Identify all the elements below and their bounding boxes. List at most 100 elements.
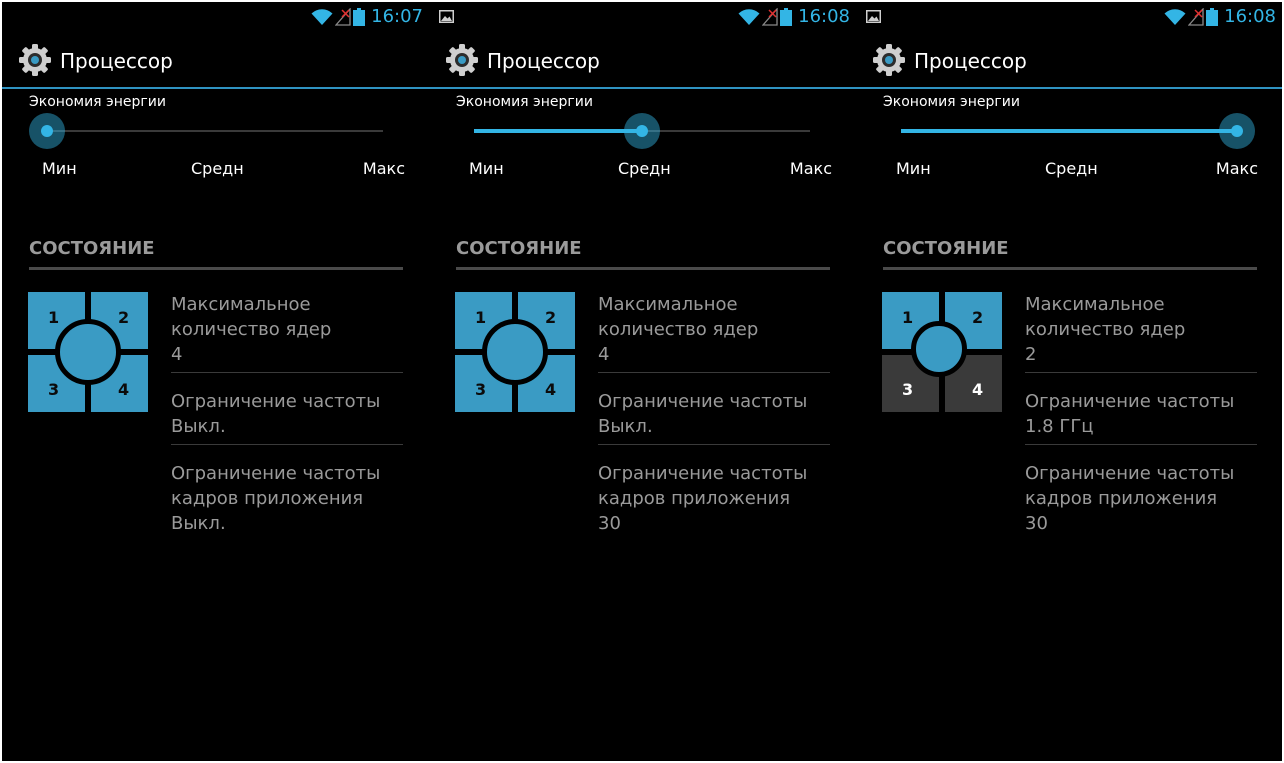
action-bar: Процессор xyxy=(429,32,856,89)
core-label: 1 xyxy=(902,308,914,327)
core-label: 3 xyxy=(48,380,60,399)
cores-hub xyxy=(55,319,121,385)
image-icon xyxy=(439,10,454,23)
status-clock: 16:08 xyxy=(1224,6,1276,27)
no-signal-icon xyxy=(762,8,778,26)
power-saving-slider[interactable] xyxy=(29,113,383,149)
info-label: Максимальное количество ядер xyxy=(171,294,332,340)
slider-label-min: Мин xyxy=(42,159,77,178)
section-header-status: СОСТОЯНИЕ xyxy=(456,237,830,270)
info-value: 2 xyxy=(1025,344,1037,365)
cores-widget: 1 2 3 4 xyxy=(882,292,1002,412)
section-header-status: СОСТОЯНИЕ xyxy=(29,237,403,270)
app-title: Процессор xyxy=(914,49,1027,73)
core-label: 2 xyxy=(972,308,984,327)
action-bar: Процессор xyxy=(856,32,1282,89)
power-saving-title: Экономия энергии xyxy=(29,94,166,110)
info-value: 4 xyxy=(171,344,183,365)
core-label: 1 xyxy=(48,308,60,327)
status-bar: 16:08 xyxy=(429,2,856,32)
info-value: Выкл. xyxy=(171,416,226,437)
info-max-cores: Максимальное количество ядер 4 xyxy=(598,292,830,373)
info-value: 4 xyxy=(598,344,610,365)
info-value: 1.8 ГГц xyxy=(1025,416,1094,437)
wifi-icon xyxy=(311,9,333,25)
power-saving-slider[interactable] xyxy=(474,113,810,149)
info-label: Максимальное количество ядер xyxy=(1025,294,1186,340)
power-saving-title: Экономия энергии xyxy=(883,94,1020,110)
slider-label-min: Мин xyxy=(896,159,931,178)
info-label: Ограничение частоты xyxy=(171,391,381,412)
screenshot-collage: 16:07 Процессор Экономия энергии Мин Сре… xyxy=(2,2,1282,761)
cores-widget: 1 2 3 4 xyxy=(455,292,575,412)
info-label: Ограничение частоты xyxy=(1025,391,1235,412)
battery-icon xyxy=(1206,8,1219,26)
battery-icon xyxy=(780,8,793,26)
info-frequency-limit: Ограничение частоты 1.8 ГГц xyxy=(1025,389,1257,445)
app-title: Процессор xyxy=(487,49,600,73)
slider-thumb[interactable] xyxy=(624,113,660,149)
status-bar: 16:07 xyxy=(2,2,429,32)
status-info-list: Максимальное количество ядер 4 Ограничен… xyxy=(171,292,403,557)
status-icons: 16:07 xyxy=(309,6,423,28)
info-label: Ограничение частоты кадров приложения xyxy=(598,463,808,509)
slider-label-mid: Средн xyxy=(618,159,671,178)
power-saving-slider[interactable] xyxy=(901,113,1255,149)
slider-thumb[interactable] xyxy=(1219,113,1255,149)
cores-hub xyxy=(911,321,967,377)
power-saving-title: Экономия энергии xyxy=(456,94,593,110)
wifi-icon xyxy=(1164,9,1186,25)
gear-icon[interactable] xyxy=(445,43,479,77)
core-label: 4 xyxy=(118,380,130,399)
cores-widget: 1 2 3 4 xyxy=(28,292,148,412)
app-title: Процессор xyxy=(60,49,173,73)
section-header-status: СОСТОЯНИЕ xyxy=(883,237,1257,270)
info-frequency-limit: Ограничение частоты Выкл. xyxy=(598,389,830,445)
info-label: Ограничение частоты кадров приложения xyxy=(171,463,381,509)
info-frequency-limit: Ограничение частоты Выкл. xyxy=(171,389,403,445)
status-info-list: Максимальное количество ядер 2 Ограничен… xyxy=(1025,292,1257,557)
info-value: Выкл. xyxy=(171,513,226,534)
info-label: Ограничение частоты кадров приложения xyxy=(1025,463,1235,509)
status-clock: 16:08 xyxy=(798,6,850,27)
image-icon xyxy=(866,10,881,23)
status-icons: 16:08 xyxy=(1162,6,1276,28)
no-signal-icon xyxy=(335,8,351,26)
slider-fill xyxy=(474,129,642,133)
status-icons: 16:08 xyxy=(736,6,850,28)
core-label: 3 xyxy=(475,380,487,399)
slider-label-max: Макс xyxy=(362,159,405,178)
info-label: Ограничение частоты xyxy=(598,391,808,412)
info-value: 30 xyxy=(1025,513,1048,534)
core-label: 2 xyxy=(118,308,130,327)
info-max-cores: Максимальное количество ядер 4 xyxy=(171,292,403,373)
gear-icon[interactable] xyxy=(18,43,52,77)
info-frame-rate-limit: Ограничение частоты кадров приложения 30 xyxy=(1025,461,1257,541)
no-signal-icon xyxy=(1188,8,1204,26)
slider-label-max: Макс xyxy=(1215,159,1258,178)
status-info-list: Максимальное количество ядер 4 Ограничен… xyxy=(598,292,830,557)
slider-fill xyxy=(901,129,1237,133)
cores-hub xyxy=(482,319,548,385)
slider-thumb[interactable] xyxy=(29,113,65,149)
screen-1: 16:07 Процессор Экономия энергии Мин Сре… xyxy=(2,2,429,761)
wifi-icon xyxy=(738,9,760,25)
slider-label-mid: Средн xyxy=(1045,159,1098,178)
screen-3: 16:08 Процессор Экономия энергии Мин Сре… xyxy=(856,2,1282,761)
core-label: 4 xyxy=(972,380,984,399)
slider-label-min: Мин xyxy=(469,159,504,178)
status-clock: 16:07 xyxy=(371,6,423,27)
gear-icon[interactable] xyxy=(872,43,906,77)
info-max-cores: Максимальное количество ядер 2 xyxy=(1025,292,1257,373)
info-frame-rate-limit: Ограничение частоты кадров приложения Вы… xyxy=(171,461,403,541)
info-value: 30 xyxy=(598,513,621,534)
info-frame-rate-limit: Ограничение частоты кадров приложения 30 xyxy=(598,461,830,541)
core-label: 3 xyxy=(902,380,914,399)
info-value: Выкл. xyxy=(598,416,653,437)
core-label: 1 xyxy=(475,308,487,327)
action-bar: Процессор xyxy=(2,32,429,89)
status-bar: 16:08 xyxy=(856,2,1282,32)
slider-label-mid: Средн xyxy=(191,159,244,178)
screen-2: 16:08 Процессор Экономия энергии Мин Сре… xyxy=(429,2,856,761)
core-label: 2 xyxy=(545,308,557,327)
